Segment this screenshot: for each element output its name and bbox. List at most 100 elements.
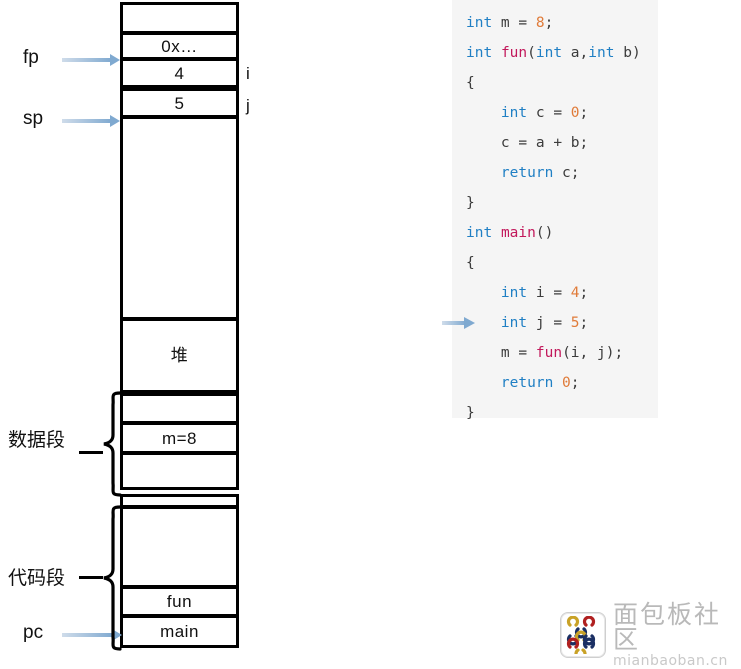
code-segment-label: 代码段 [8,568,66,589]
watermark-logo-icon [560,612,606,658]
register-label-pc: pc [23,622,44,643]
code-line-0: int m = 8; [452,8,658,38]
code-line-1: int fun(int a,int b) [452,38,658,68]
source-code-panel: int m = 8; int fun(int a,int b){ int c = … [442,0,658,421]
data-segment-tick [79,451,103,454]
stack-label-j: j [246,96,250,115]
code-segment-tick [79,576,103,579]
code-token-pl: ; [570,375,580,391]
code-line-3: int c = 0; [452,98,658,128]
code-token-pl: ; [579,105,589,121]
memory-cell-saved-addr: 0x… [120,32,239,60]
code-token-fn: main [500,225,536,241]
code-token-kw: int [466,45,493,61]
code-line-7: int main() [452,218,658,248]
memory-cell-code-fun: fun [120,586,239,617]
code-token-op: = [553,105,563,121]
code-token-num: 8 [535,15,545,31]
code-token-pl: b) [614,45,641,61]
code-token-pl: ; [579,315,589,331]
code-token-pl: c [527,105,554,121]
code-line-5: return c; [452,158,658,188]
code-token-pl: m [492,15,519,31]
code-token-kw: int [466,225,493,241]
memory-cell-text: 堆 [170,346,189,365]
memory-cell-text: 4 [174,63,185,83]
watermark-chinese-text: 面包板社区 [613,600,722,654]
code-token-pl: c [500,135,519,151]
code-token-kw: int [500,315,528,331]
code-token-pl: i [527,285,554,301]
memory-cell-text: main [160,622,199,641]
memory-cell-code-free [120,506,239,588]
memory-layout-column: 0x… 4 5 堆 m=8 fun main [120,0,239,648]
stack-label-i: i [246,64,250,83]
code-line-4: c = a + b; [452,128,658,158]
code-token-num: 0 [570,105,580,121]
memory-cell-var-j: 5 [120,88,239,118]
memory-cell-text: 5 [174,93,185,113]
code-line-11: m = fun(i, j); [452,338,658,368]
code-token-pl: c; [553,165,580,181]
code-token-pl: a, [562,45,589,61]
memory-cell-text: fun [166,592,193,611]
code-token-kw: int [588,45,615,61]
code-token-op: = [553,285,563,301]
code-token-pl: (i, j); [562,345,624,361]
code-token-pl: ( [527,45,536,61]
current-line-arrow [442,317,476,329]
data-segment-label: 数据段 [8,430,66,451]
code-token-kw: int [500,105,528,121]
code-line-2: { [452,68,658,98]
memory-cell-data-bottom-pad [120,452,239,490]
site-watermark: 面包板社区 mianbaoban.cn [560,602,736,668]
code-token-kw: int [535,45,563,61]
code-token-fn: fun [500,45,528,61]
code-token-pl: } [466,195,475,211]
code-token-kw: int [500,285,528,301]
memory-cell-text: 0x… [161,36,198,56]
data-segment-brace [100,391,122,497]
code-token-pl: a [527,135,554,151]
code-token-pl: ; [579,285,589,301]
code-token-pl: b; [562,135,589,151]
code-token-pl: { [466,75,475,91]
code-token-op: = [518,15,528,31]
code-token-num: 5 [570,315,580,331]
memory-cell-heap: 堆 [120,318,239,393]
watermark-domain-text: mianbaoban.cn [613,653,728,669]
code-token-op: = [518,345,528,361]
code-token-kw: int [466,15,493,31]
memory-cell-var-i: 4 [120,58,239,88]
code-token-kw: return [500,375,554,391]
fp-pointer-arrow [62,54,122,66]
code-token-pl: j [527,315,554,331]
memory-cell-data-top-pad [120,393,239,424]
code-line-10: int j = 5; [442,308,658,338]
code-token-pl: } [466,405,475,421]
code-token-num: 4 [570,285,580,301]
code-line-13: } [452,398,658,428]
code-token-pl: m [500,345,519,361]
memory-cell-global-m: m=8 [120,422,239,454]
code-token-fn: fun [535,345,563,361]
code-token-op: = [518,135,528,151]
memory-cell-stack-free [120,116,239,320]
code-token-pl: () [535,225,554,241]
code-token-kw: return [500,165,554,181]
code-segment-brace [100,505,122,651]
register-label-sp: sp [23,108,44,129]
